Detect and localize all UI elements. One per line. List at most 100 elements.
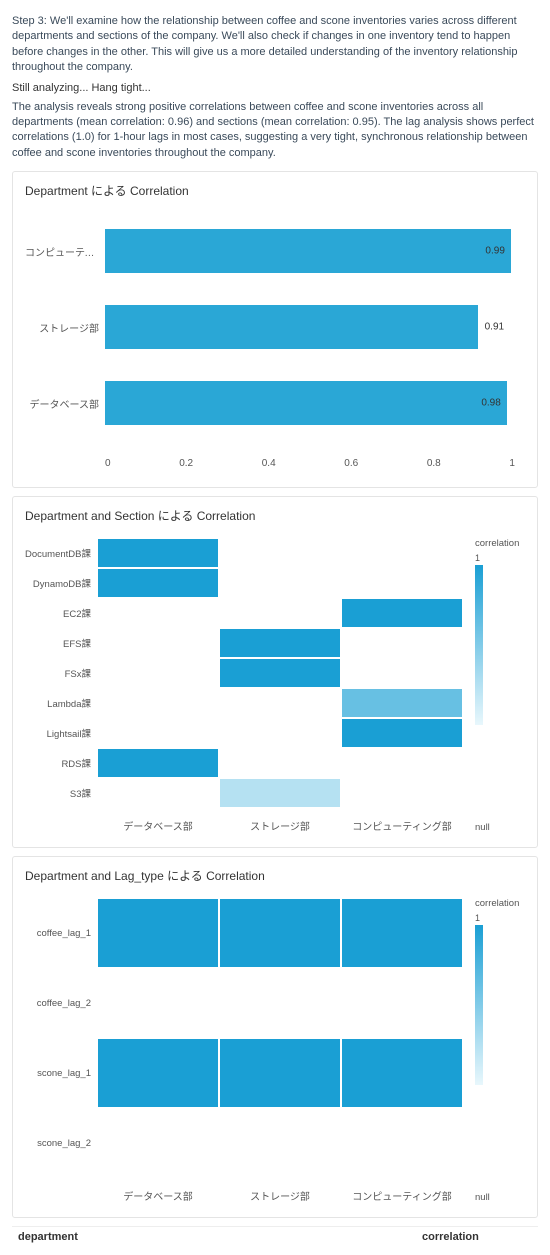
hm-cell[interactable] xyxy=(220,599,340,627)
hm-cell[interactable] xyxy=(220,749,340,777)
heatmap3-xaxis: データベース部 ストレージ部 コンピューティング部 xyxy=(97,1188,463,1203)
hm-cell[interactable] xyxy=(342,749,462,777)
bar-x-axis: 0 0.2 0.4 0.6 0.8 1 xyxy=(105,458,515,469)
bar-chart[interactable]: コンピューティン...0.99ストレージ部0.91データベース部0.98 0 0… xyxy=(25,213,525,473)
bar-value-label: 0.99 xyxy=(485,246,504,257)
hm-cells xyxy=(97,688,463,718)
hm-cell[interactable] xyxy=(342,629,462,657)
hm-cell[interactable] xyxy=(220,1109,340,1177)
heatmap3-legend: correlation 1 null xyxy=(463,898,525,1203)
bar-y-label: ストレージ部 xyxy=(25,320,99,335)
hm-cells xyxy=(97,628,463,658)
legend-min: null xyxy=(475,1192,525,1203)
hm-ylabel: DocumentDB課 xyxy=(25,546,97,560)
hm-cell[interactable] xyxy=(220,719,340,747)
bar-rect[interactable]: 0.98 xyxy=(105,381,507,425)
hm-cell[interactable] xyxy=(342,1039,462,1107)
xtick: 0.2 xyxy=(179,458,193,469)
hm-cells xyxy=(97,748,463,778)
hm-cell[interactable] xyxy=(220,569,340,597)
hm-cell[interactable] xyxy=(98,749,218,777)
hm-cells xyxy=(97,778,463,808)
xtick: 0.8 xyxy=(427,458,441,469)
th-department: department xyxy=(18,1231,422,1243)
hm-cell[interactable] xyxy=(220,629,340,657)
hm-cell[interactable] xyxy=(342,899,462,967)
hm-cells xyxy=(97,1038,463,1108)
hm-ylabel: coffee_lag_2 xyxy=(25,998,97,1009)
heatmap-row: FSx課 xyxy=(25,658,463,688)
heatmap-row: coffee_lag_1 xyxy=(25,898,463,968)
legend-title: correlation xyxy=(475,538,525,549)
analysis-result: The analysis reveals strong positive cor… xyxy=(12,100,538,162)
legend-min: null xyxy=(475,822,525,833)
step3-text: Step 3: We'll examine how the relationsh… xyxy=(12,14,538,76)
xtick: 0.6 xyxy=(344,458,358,469)
hm-cell[interactable] xyxy=(342,1109,462,1177)
hm-cell[interactable] xyxy=(98,1039,218,1107)
legend-max: 1 xyxy=(475,913,525,923)
th-correlation: correlation xyxy=(422,1231,532,1243)
hm-cell[interactable] xyxy=(98,969,218,1037)
bar-rect[interactable]: 0.91 xyxy=(105,305,478,349)
hm-cells xyxy=(97,538,463,568)
hm-cell[interactable] xyxy=(98,1109,218,1177)
heatmap-dept-lag[interactable]: coffee_lag_1coffee_lag_2scone_lag_1scone… xyxy=(25,898,463,1203)
hm-cell[interactable] xyxy=(342,599,462,627)
hm-cell[interactable] xyxy=(98,539,218,567)
hm-cells xyxy=(97,658,463,688)
hm-cell[interactable] xyxy=(98,599,218,627)
hm-cell[interactable] xyxy=(220,899,340,967)
hm-cell[interactable] xyxy=(220,659,340,687)
hm-cell[interactable] xyxy=(98,569,218,597)
hm-cell[interactable] xyxy=(220,779,340,807)
heatmap-row: S3課 xyxy=(25,778,463,808)
heatmap-row: DynamoDB課 xyxy=(25,568,463,598)
hm-cell[interactable] xyxy=(98,779,218,807)
table-header: department correlation xyxy=(12,1226,538,1247)
hm-ylabel: scone_lag_1 xyxy=(25,1068,97,1079)
hm-cell[interactable] xyxy=(342,539,462,567)
hm-cell[interactable] xyxy=(98,719,218,747)
heatmap-row: scone_lag_1 xyxy=(25,1038,463,1108)
hm-cell[interactable] xyxy=(98,899,218,967)
hm-ylabel: EC2課 xyxy=(25,606,97,620)
bar-row: データベース部0.98 xyxy=(105,365,515,441)
hm-xlabel: データベース部 xyxy=(97,1188,219,1203)
heatmap-dept-section[interactable]: DocumentDB課 DynamoDB課 EC2課 EFS課 FSx課Lambda課 L… xyxy=(25,538,463,833)
hm-xlabel: データベース部 xyxy=(97,818,219,833)
hm-cell[interactable] xyxy=(220,689,340,717)
heatmap-row: EC2課 xyxy=(25,598,463,628)
hm-cells xyxy=(97,1108,463,1178)
hm-xlabel: ストレージ部 xyxy=(219,818,341,833)
hm-cells xyxy=(97,968,463,1038)
hm-cell[interactable] xyxy=(342,659,462,687)
analyzing-msg: Still analyzing... Hang tight... xyxy=(12,82,538,94)
hm-cell[interactable] xyxy=(220,969,340,1037)
hm-cell[interactable] xyxy=(98,659,218,687)
hm-cell[interactable] xyxy=(98,689,218,717)
hm-cell[interactable] xyxy=(342,569,462,597)
chart3-title: Department and Lag_type による Correlation xyxy=(25,867,525,884)
hm-ylabel: EFS課 xyxy=(25,636,97,650)
hm-cell[interactable] xyxy=(342,969,462,1037)
hm-cell[interactable] xyxy=(98,629,218,657)
hm-cell[interactable] xyxy=(342,719,462,747)
heatmap-row: Lambda課 xyxy=(25,688,463,718)
bar-rect[interactable]: 0.99 xyxy=(105,229,511,273)
hm-cell[interactable] xyxy=(342,689,462,717)
chart2-title: Department and Section による Correlation xyxy=(25,507,525,524)
bar-y-label: データベース部 xyxy=(25,396,99,411)
chart1-title: Department による Correlation xyxy=(25,182,525,199)
hm-cell[interactable] xyxy=(342,779,462,807)
hm-ylabel: Lightsail課 xyxy=(25,726,97,740)
hm-cell[interactable] xyxy=(220,539,340,567)
hm-ylabel: S3課 xyxy=(25,786,97,800)
chart-department-correlation: Department による Correlation コンピューティン...0.… xyxy=(12,171,538,488)
hm-cells xyxy=(97,898,463,968)
hm-xlabel: コンピューティング部 xyxy=(341,818,463,833)
hm-cell[interactable] xyxy=(220,1039,340,1107)
heatmap2-xaxis: データベース部 ストレージ部 コンピューティング部 xyxy=(97,818,463,833)
legend-max: 1 xyxy=(475,553,525,563)
hm-ylabel: DynamoDB課 xyxy=(25,576,97,590)
